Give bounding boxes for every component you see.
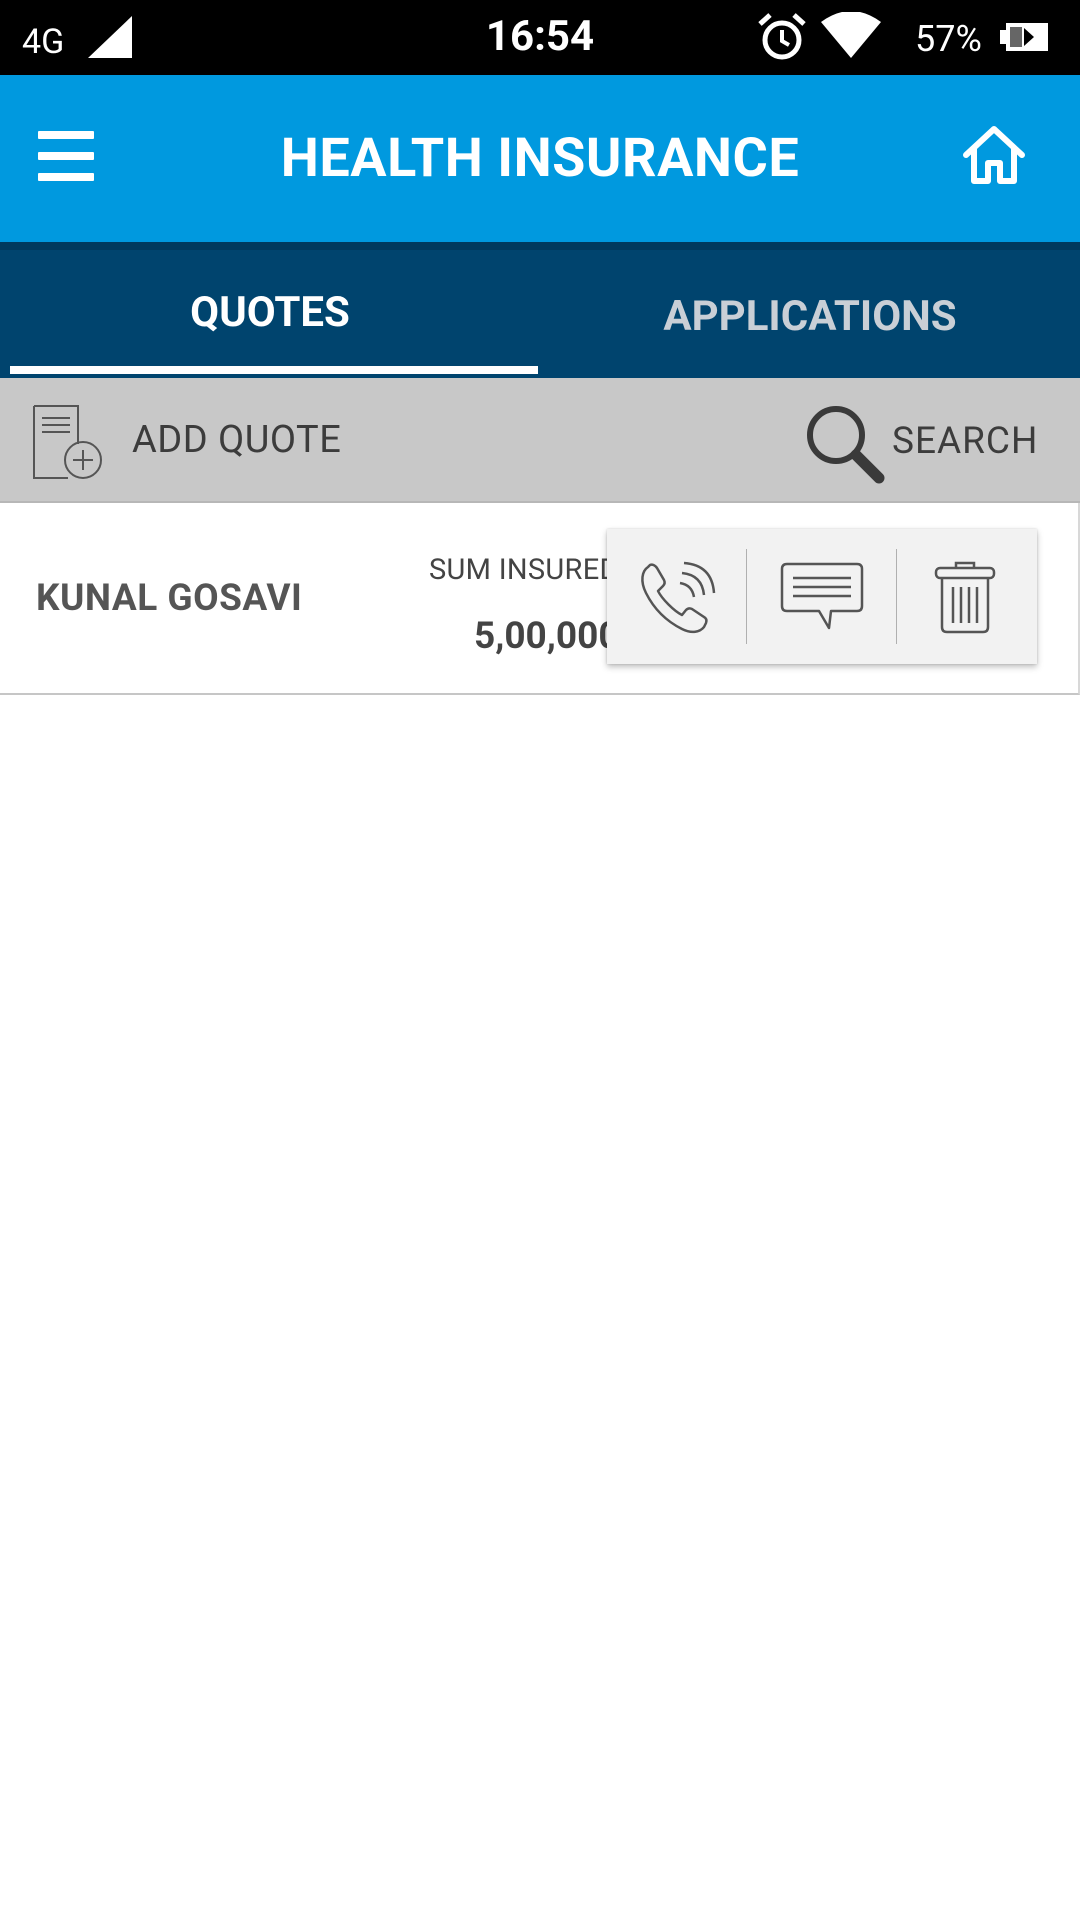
search-button[interactable]: SEARCH bbox=[892, 420, 1038, 463]
call-button[interactable] bbox=[607, 529, 750, 664]
add-quote-button[interactable]: ADD QUOTE bbox=[132, 418, 341, 462]
tab-quotes[interactable]: QUOTES bbox=[0, 250, 540, 378]
tab-bar: QUOTES APPLICATIONS bbox=[0, 250, 1080, 378]
delete-button[interactable] bbox=[893, 529, 1036, 664]
alarm-icon bbox=[758, 13, 806, 60]
sum-insured-value: 5,00,000 bbox=[474, 615, 620, 658]
phone-call-icon bbox=[640, 561, 715, 633]
divider bbox=[746, 549, 747, 644]
battery-icon bbox=[1000, 23, 1048, 51]
action-bar: ADD QUOTE SEARCH bbox=[0, 378, 1080, 503]
wifi-icon bbox=[821, 12, 881, 58]
quote-customer-name: KUNAL GOSAVI bbox=[36, 577, 303, 620]
search-icon[interactable] bbox=[803, 402, 885, 484]
quote-actions-popup bbox=[607, 529, 1037, 664]
app-bar: HEALTH INSURANCE bbox=[0, 75, 1080, 242]
message-button[interactable] bbox=[750, 529, 893, 664]
trash-icon bbox=[934, 561, 995, 633]
tab-indicator bbox=[10, 366, 538, 374]
tab-applications[interactable]: APPLICATIONS bbox=[540, 250, 1080, 378]
battery-percent: 57% bbox=[915, 18, 982, 60]
add-document-icon[interactable] bbox=[32, 404, 104, 482]
status-bar: 4G 16:54 57% bbox=[0, 0, 1080, 75]
sum-insured-label: SUM INSURED bbox=[429, 553, 619, 587]
home-icon[interactable] bbox=[962, 125, 1026, 185]
page-title: HEALTH INSURANCE bbox=[280, 127, 800, 190]
message-icon bbox=[780, 562, 863, 629]
app-bar-divider bbox=[0, 242, 1080, 250]
